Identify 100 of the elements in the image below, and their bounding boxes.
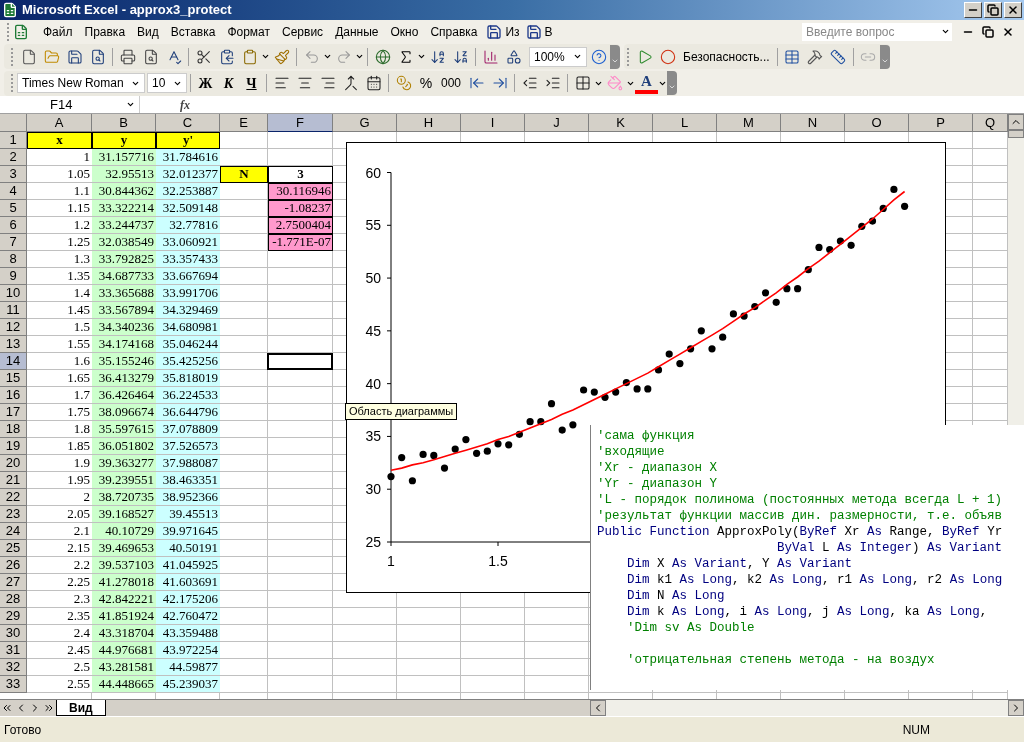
row-header[interactable]: 3 (0, 166, 27, 183)
new-document-icon[interactable] (20, 48, 37, 65)
close-icon[interactable] (1002, 25, 1014, 38)
minimize-button[interactable] (964, 2, 982, 18)
menu-item[interactable]: Вставка (164, 21, 222, 42)
borders-icon[interactable] (574, 75, 591, 91)
globe-icon[interactable] (374, 48, 391, 65)
row-header[interactable]: 8 (0, 251, 27, 268)
caret-icon[interactable] (126, 100, 135, 109)
row-header[interactable]: 7 (0, 234, 27, 251)
row-header[interactable]: 20 (0, 455, 27, 472)
calendar-icon[interactable] (365, 75, 382, 91)
row-header[interactable]: 30 (0, 625, 27, 642)
table-icon[interactable] (784, 48, 801, 65)
column-header[interactable]: Q (973, 114, 1008, 132)
caret-icon[interactable] (573, 52, 582, 61)
arrow-right-icon[interactable] (491, 75, 508, 91)
align-center-icon[interactable] (296, 75, 313, 91)
row-header[interactable]: 11 (0, 302, 27, 319)
italic-button[interactable]: К (217, 72, 240, 94)
row-header[interactable]: 1 (0, 132, 27, 149)
row-header[interactable]: 16 (0, 387, 27, 404)
column-header[interactable]: O (845, 114, 909, 132)
row-header[interactable]: 21 (0, 472, 27, 489)
column-header[interactable]: N (781, 114, 845, 132)
toolbar-options-button[interactable] (610, 44, 620, 69)
row-header[interactable]: 27 (0, 574, 27, 591)
insert-function-button[interactable]: fx (180, 95, 190, 114)
row-header[interactable]: 33 (0, 676, 27, 693)
row-header[interactable]: 14 (0, 353, 27, 370)
zoom-dropdown[interactable]: 100% (529, 46, 587, 67)
sort-ascending-icon[interactable] (429, 48, 446, 65)
macro-menu-item[interactable]: Из (505, 21, 520, 42)
align-left-icon[interactable] (273, 75, 290, 91)
column-header[interactable]: P (909, 114, 973, 132)
active-cell-cursor[interactable] (267, 353, 333, 370)
toolbar-options-button[interactable] (879, 44, 890, 69)
column-header[interactable]: J (525, 114, 589, 132)
caret-icon[interactable] (417, 52, 426, 61)
ruler-icon[interactable] (830, 48, 847, 65)
row-header[interactable]: 24 (0, 523, 27, 540)
column-header[interactable]: H (397, 114, 461, 132)
scroll-left-button[interactable] (590, 700, 606, 716)
percent-button[interactable]: % (415, 72, 437, 94)
row-header[interactable]: 31 (0, 642, 27, 659)
column-header[interactable]: E (220, 114, 268, 132)
row-header[interactable]: 6 (0, 217, 27, 234)
column-header[interactable]: L (653, 114, 717, 132)
row-header[interactable]: 28 (0, 591, 27, 608)
caret-icon[interactable] (355, 52, 364, 61)
scissors-icon[interactable] (195, 48, 212, 65)
scroll-up-button[interactable] (1008, 114, 1024, 130)
menu-item[interactable]: Справка (424, 21, 484, 42)
row-header[interactable]: 17 (0, 404, 27, 421)
macro-menu-item[interactable]: В (544, 21, 553, 42)
close-button[interactable] (1004, 2, 1022, 18)
document-search-icon[interactable] (89, 48, 106, 65)
hammer-icon[interactable] (807, 48, 824, 65)
arrow-left-icon[interactable] (468, 75, 485, 91)
printer-icon[interactable] (119, 48, 136, 65)
bold-button[interactable]: Ж (194, 72, 217, 94)
bar-chart-icon[interactable] (482, 48, 499, 65)
scrollbar-thumb[interactable] (1008, 130, 1024, 138)
menu-item[interactable]: Окно (384, 21, 425, 42)
row-header[interactable]: 12 (0, 319, 27, 336)
row-header[interactable]: 10 (0, 285, 27, 302)
row-header[interactable]: 25 (0, 540, 27, 557)
align-right-icon[interactable] (319, 75, 336, 91)
column-header[interactable]: B (92, 114, 156, 132)
row-header[interactable]: 22 (0, 489, 27, 506)
row-header[interactable]: 13 (0, 336, 27, 353)
restore-button[interactable] (984, 2, 1002, 18)
first-sheet-icon[interactable] (1, 702, 13, 714)
row-header[interactable]: 9 (0, 268, 27, 285)
row-header[interactable]: 18 (0, 421, 27, 438)
menu-item[interactable]: Данные (329, 21, 385, 42)
font-size-dropdown[interactable]: 10 (147, 73, 187, 93)
select-all-corner[interactable] (0, 114, 27, 132)
column-header[interactable]: G (333, 114, 397, 132)
underline-button[interactable]: Ч (240, 72, 263, 94)
shapes-icon[interactable] (505, 48, 522, 65)
thousands-button[interactable]: 000 (437, 72, 465, 94)
horizontal-scrollbar[interactable] (590, 700, 1024, 716)
row-header[interactable]: 29 (0, 608, 27, 625)
record-icon[interactable] (659, 48, 676, 65)
indent-increase-icon[interactable] (544, 75, 561, 91)
font-dropdown[interactable]: Times New Roman (17, 73, 145, 93)
copy-icon[interactable] (218, 48, 235, 65)
caret-icon[interactable] (941, 27, 950, 36)
merge-icon[interactable] (342, 75, 359, 91)
workbook-icon[interactable] (13, 23, 29, 40)
menu-item[interactable]: Формат (221, 21, 277, 42)
caret-icon[interactable] (261, 52, 270, 61)
menu-item[interactable]: Файл (37, 21, 79, 42)
menu-item[interactable]: Правка (78, 21, 132, 42)
menu-item[interactable]: Сервис (276, 21, 330, 42)
row-header[interactable]: 23 (0, 506, 27, 523)
column-header[interactable]: I (461, 114, 525, 132)
scroll-right-button[interactable] (1008, 700, 1024, 716)
row-header[interactable]: 26 (0, 557, 27, 574)
